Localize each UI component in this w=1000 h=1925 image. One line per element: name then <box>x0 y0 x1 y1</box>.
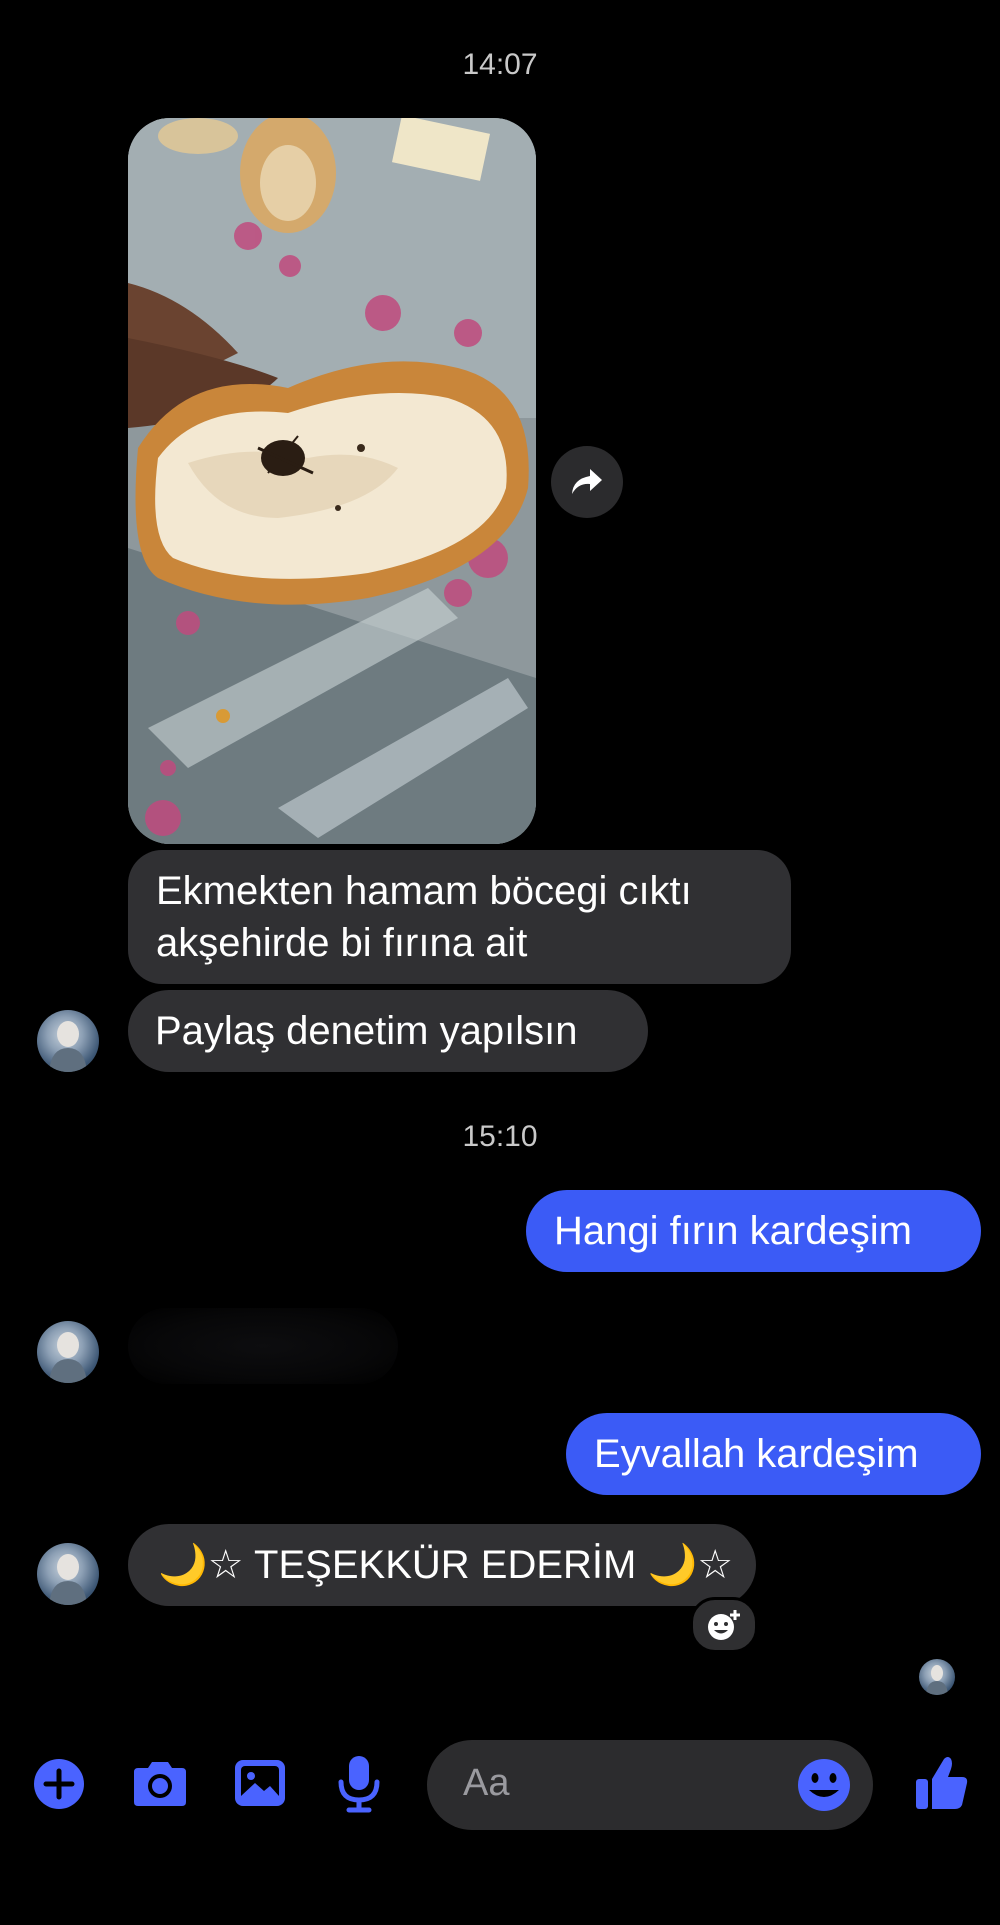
more-actions-button[interactable] <box>33 1758 85 1810</box>
message-text: Hangi fırın kardeşim <box>554 1209 912 1253</box>
avatar-image <box>926 1665 948 1695</box>
message-bubble[interactable]: Hangi fırın kardeşim <box>526 1190 981 1272</box>
voice-message-button[interactable] <box>337 1754 381 1814</box>
message-text: Paylaş denetim yapılsın <box>155 1009 578 1053</box>
bread-photo <box>128 118 536 844</box>
blurred-message <box>128 1308 398 1384</box>
share-button[interactable] <box>551 446 623 518</box>
share-icon <box>572 469 602 494</box>
thumbs-up-icon <box>916 1757 968 1809</box>
message-input-placeholder: Aa <box>463 1762 510 1804</box>
message-text-line: akşehirde bi fırına ait <box>156 921 528 965</box>
read-receipt-avatar <box>919 1659 955 1695</box>
avatar-image <box>49 1554 87 1605</box>
photo-attachment[interactable] <box>128 118 536 844</box>
message-bubble[interactable]: Paylaş denetim yapılsın <box>128 990 648 1072</box>
add-reaction-button[interactable] <box>690 1597 758 1653</box>
contact-avatar[interactable] <box>37 1321 99 1383</box>
timestamp: 15:10 <box>462 1120 538 1153</box>
contact-avatar[interactable] <box>37 1010 99 1072</box>
camera-icon <box>134 1762 186 1806</box>
message-text-line: Ekmekten hamam böcegi cıktı <box>156 869 692 913</box>
gallery-button[interactable] <box>233 1756 287 1810</box>
avatar-image <box>49 1332 87 1383</box>
emoji-icon <box>798 1759 850 1811</box>
plus-icon <box>34 1759 84 1809</box>
message-text: 🌙☆ TEŞEKKÜR EDERİM 🌙☆ <box>158 1543 734 1587</box>
message-bubble[interactable]: Ekmekten hamam böcegi cıktı akşehirde bi… <box>128 850 791 984</box>
contact-avatar[interactable] <box>37 1543 99 1605</box>
like-button[interactable] <box>914 1753 970 1813</box>
avatar-image <box>49 1021 87 1072</box>
message-input[interactable]: Aa <box>427 1740 873 1830</box>
timestamp: 14:07 <box>462 48 538 81</box>
emoji-button[interactable] <box>791 1752 857 1818</box>
gallery-icon <box>235 1760 285 1806</box>
add-reaction-icon <box>708 1610 740 1640</box>
message-text: Eyvallah kardeşim <box>594 1432 919 1476</box>
microphone-icon <box>338 1756 380 1813</box>
camera-button[interactable] <box>130 1758 190 1810</box>
message-bubble[interactable]: 🌙☆ TEŞEKKÜR EDERİM 🌙☆ <box>128 1524 756 1606</box>
message-bubble[interactable]: Eyvallah kardeşim <box>566 1413 981 1495</box>
